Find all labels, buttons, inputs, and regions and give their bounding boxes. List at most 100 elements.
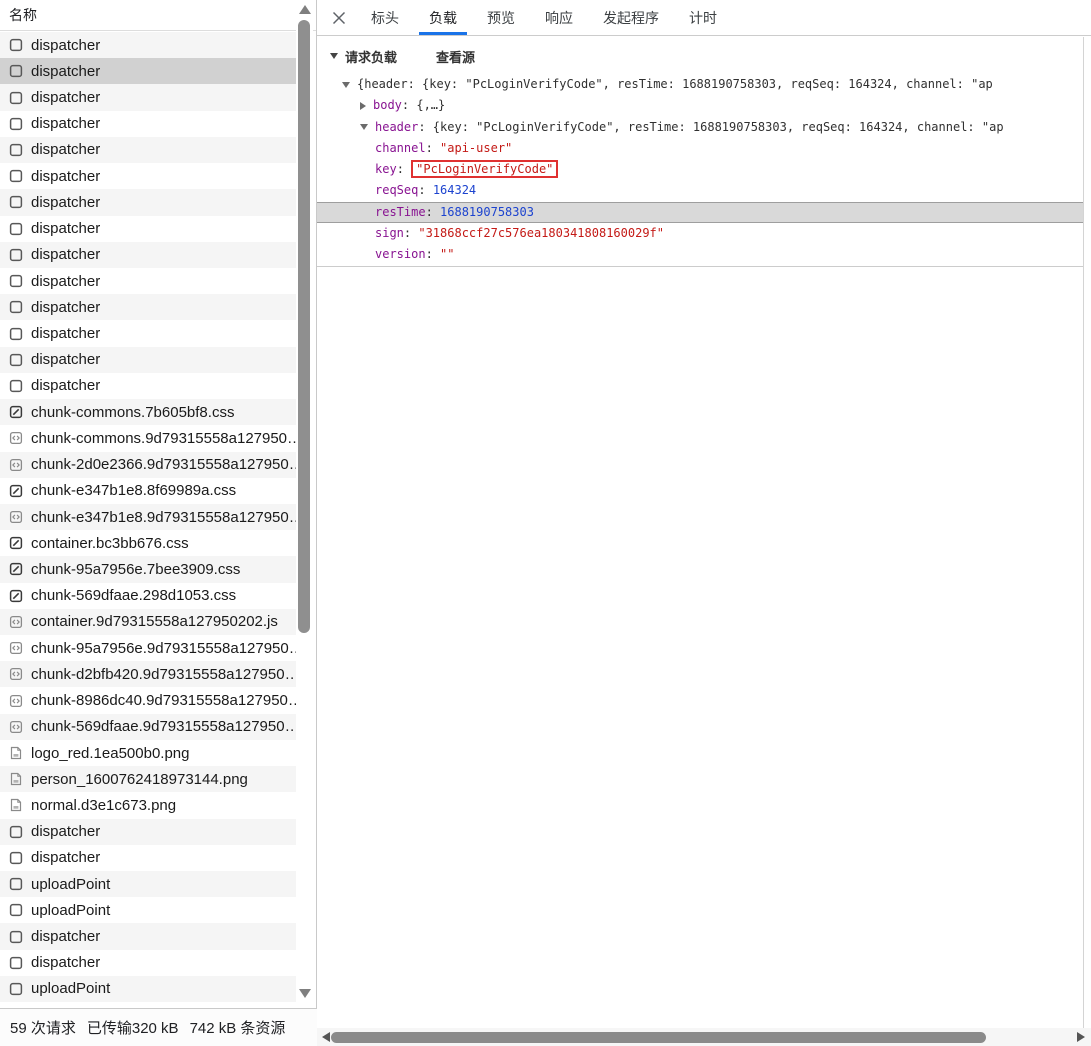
list-item[interactable]: dispatcher (0, 347, 296, 373)
tree-node[interactable]: version: "" (317, 244, 1083, 265)
list-item[interactable]: dispatcher (0, 950, 296, 976)
scrollbar-down-icon[interactable] (299, 989, 311, 998)
tree-node[interactable]: key: "PcLoginVerifyCode" (317, 159, 1083, 180)
request-name-label: dispatcher (31, 115, 100, 132)
request-name-label: dispatcher (31, 351, 100, 368)
collapse-triangle-icon[interactable] (330, 53, 338, 59)
request-name-label: dispatcher (31, 63, 100, 80)
list-item[interactable]: chunk-95a7956e.7bee3909.css (0, 556, 296, 582)
list-item[interactable]: person_1600762418973144.png (0, 766, 296, 792)
horizontal-scrollbar-thumb[interactable] (331, 1032, 986, 1043)
list-item[interactable]: dispatcher (0, 294, 296, 320)
expanded-triangle-icon[interactable] (342, 82, 350, 88)
scrollbar-up-icon[interactable] (299, 5, 311, 14)
list-item[interactable]: dispatcher (0, 242, 296, 268)
list-item[interactable]: chunk-e347b1e8.8f69989a.css (0, 478, 296, 504)
property-value: "PcLoginVerifyCode" (416, 162, 553, 176)
list-item[interactable]: chunk-2d0e2366.9d79315558a127950… (0, 452, 296, 478)
list-item[interactable]: container.9d79315558a127950202.js (0, 609, 296, 635)
request-name-label: dispatcher (31, 325, 100, 342)
list-item[interactable]: chunk-commons.9d79315558a127950… (0, 425, 296, 451)
document-icon (9, 327, 23, 341)
list-item[interactable]: dispatcher (0, 819, 296, 845)
property-value: 164324 (433, 183, 476, 197)
request-list: dispatcherdispatcherdispatcherdispatcher… (0, 32, 296, 1003)
list-item[interactable]: uploadPoint (0, 897, 296, 923)
close-icon (332, 11, 346, 25)
expanded-triangle-icon[interactable] (360, 124, 368, 130)
tree-node[interactable]: {header: {key: "PcLoginVerifyCode", resT… (317, 74, 1083, 95)
list-item[interactable]: normal.d3e1c673.png (0, 792, 296, 818)
list-item[interactable]: dispatcher (0, 84, 296, 110)
list-item[interactable]: dispatcher (0, 111, 296, 137)
list-item[interactable]: chunk-569dfaae.298d1053.css (0, 583, 296, 609)
list-item[interactable]: uploadPoint (0, 976, 296, 1002)
tree-node[interactable]: channel: "api-user" (317, 138, 1083, 159)
document-icon (9, 143, 23, 157)
list-item[interactable]: chunk-8986dc40.9d79315558a127950… (0, 687, 296, 713)
close-button[interactable] (317, 0, 361, 35)
tab-preview[interactable]: 预览 (477, 0, 525, 35)
list-item[interactable]: container.bc3bb676.css (0, 530, 296, 556)
tree-node[interactable]: reqSeq: 164324 (317, 180, 1083, 201)
request-name-label: dispatcher (31, 194, 100, 211)
property-key: channel (375, 141, 426, 155)
property-value: 1688190758303 (440, 205, 534, 219)
list-item[interactable]: dispatcher (0, 320, 296, 346)
list-item[interactable]: chunk-95a7956e.9d79315558a127950… (0, 635, 296, 661)
property-value: "api-user" (440, 141, 512, 155)
view-source-button[interactable]: 查看源 (436, 47, 475, 66)
vertical-scrollbar[interactable] (296, 0, 313, 1008)
request-count: 59 次请求 (10, 1017, 76, 1038)
horizontal-scrollbar[interactable] (317, 1028, 1091, 1046)
tree-node[interactable]: sign: "31868ccf27c576ea180341808160029f" (317, 223, 1083, 244)
tab-payload[interactable]: 负载 (419, 0, 467, 35)
requests-panel: 名称 dispatcherdispatcherdispatcherdispatc… (0, 0, 317, 1008)
image-icon (9, 798, 23, 812)
name-column-header[interactable]: 名称 (0, 0, 316, 31)
list-item[interactable]: dispatcher (0, 216, 296, 242)
list-item[interactable]: dispatcher (0, 268, 296, 294)
request-payload-title[interactable]: 请求负载 (345, 47, 397, 66)
tab-initiator[interactable]: 发起程序 (593, 0, 669, 35)
collapsed-triangle-icon[interactable] (360, 102, 366, 110)
selected-property-row[interactable]: resTime: 1688190758303 (317, 202, 1083, 223)
request-name-label: dispatcher (31, 928, 100, 945)
document-icon (9, 956, 23, 970)
request-name-label: chunk-e347b1e8.8f69989a.css (31, 482, 236, 499)
list-item[interactable]: dispatcher (0, 137, 296, 163)
list-item[interactable]: dispatcher (0, 58, 296, 84)
list-item[interactable]: chunk-d2bfb420.9d79315558a127950… (0, 661, 296, 687)
tree-node[interactable]: header: {key: "PcLoginVerifyCode", resTi… (317, 117, 1083, 138)
tab-headers[interactable]: 标头 (361, 0, 409, 35)
tab-timing[interactable]: 计时 (679, 0, 727, 35)
detail-tabs: 标头负载预览响应发起程序计时 (361, 0, 727, 35)
list-item[interactable]: dispatcher (0, 923, 296, 949)
request-name-label: chunk-d2bfb420.9d79315558a127950… (31, 666, 296, 683)
script-icon (9, 641, 23, 655)
stylesheet-icon (9, 562, 23, 576)
request-name-label: container.bc3bb676.css (31, 535, 189, 552)
list-item[interactable]: dispatcher (0, 163, 296, 189)
scrollbar-right-icon[interactable] (1077, 1032, 1085, 1042)
list-item[interactable]: dispatcher (0, 32, 296, 58)
document-icon (9, 91, 23, 105)
list-item[interactable]: chunk-commons.7b605bf8.css (0, 399, 296, 425)
transferred-size: 已传输320 kB (87, 1017, 179, 1038)
list-item[interactable]: dispatcher (0, 845, 296, 871)
resource-size: 742 kB 条资源 (190, 1017, 286, 1038)
tab-response[interactable]: 响应 (535, 0, 583, 35)
tree-node[interactable]: body: {,…} (317, 95, 1083, 116)
document-icon (9, 903, 23, 917)
list-item[interactable]: logo_red.1ea500b0.png (0, 740, 296, 766)
list-item[interactable]: uploadPoint (0, 871, 296, 897)
scrollbar-left-icon[interactable] (322, 1032, 330, 1042)
list-item[interactable]: chunk-569dfaae.9d79315558a127950… (0, 714, 296, 740)
request-name-label: chunk-95a7956e.9d79315558a127950… (31, 640, 296, 657)
list-item[interactable]: dispatcher (0, 189, 296, 215)
document-icon (9, 195, 23, 209)
list-item[interactable]: chunk-e347b1e8.9d79315558a127950… (0, 504, 296, 530)
vertical-scrollbar-thumb[interactable] (298, 20, 310, 633)
status-bar: 59 次请求 已传输320 kB 742 kB 条资源 (0, 1008, 317, 1046)
list-item[interactable]: dispatcher (0, 373, 296, 399)
